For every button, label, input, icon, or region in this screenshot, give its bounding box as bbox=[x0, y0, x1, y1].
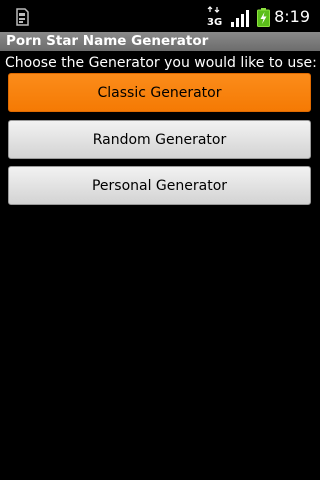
sd-card-icon bbox=[16, 8, 29, 26]
random-generator-button[interactable]: Random Generator bbox=[8, 120, 311, 159]
network-3g-icon: 3G bbox=[207, 6, 222, 28]
status-bar: 3G 8:19 bbox=[0, 0, 320, 32]
instruction-text: Choose the Generator you would like to u… bbox=[5, 55, 317, 71]
app-title: Porn Star Name Generator bbox=[6, 33, 209, 49]
battery-charging-icon bbox=[257, 8, 270, 27]
network-type-label: 3G bbox=[207, 17, 222, 28]
app-screen: 3G 8:19 Porn Star Name Generator Choose … bbox=[0, 0, 320, 480]
signal-strength-icon bbox=[231, 10, 249, 27]
classic-generator-button[interactable]: Classic Generator bbox=[8, 73, 311, 112]
personal-generator-button[interactable]: Personal Generator bbox=[8, 166, 311, 205]
status-time: 8:19 bbox=[274, 7, 310, 26]
title-bar: Porn Star Name Generator bbox=[0, 32, 320, 51]
